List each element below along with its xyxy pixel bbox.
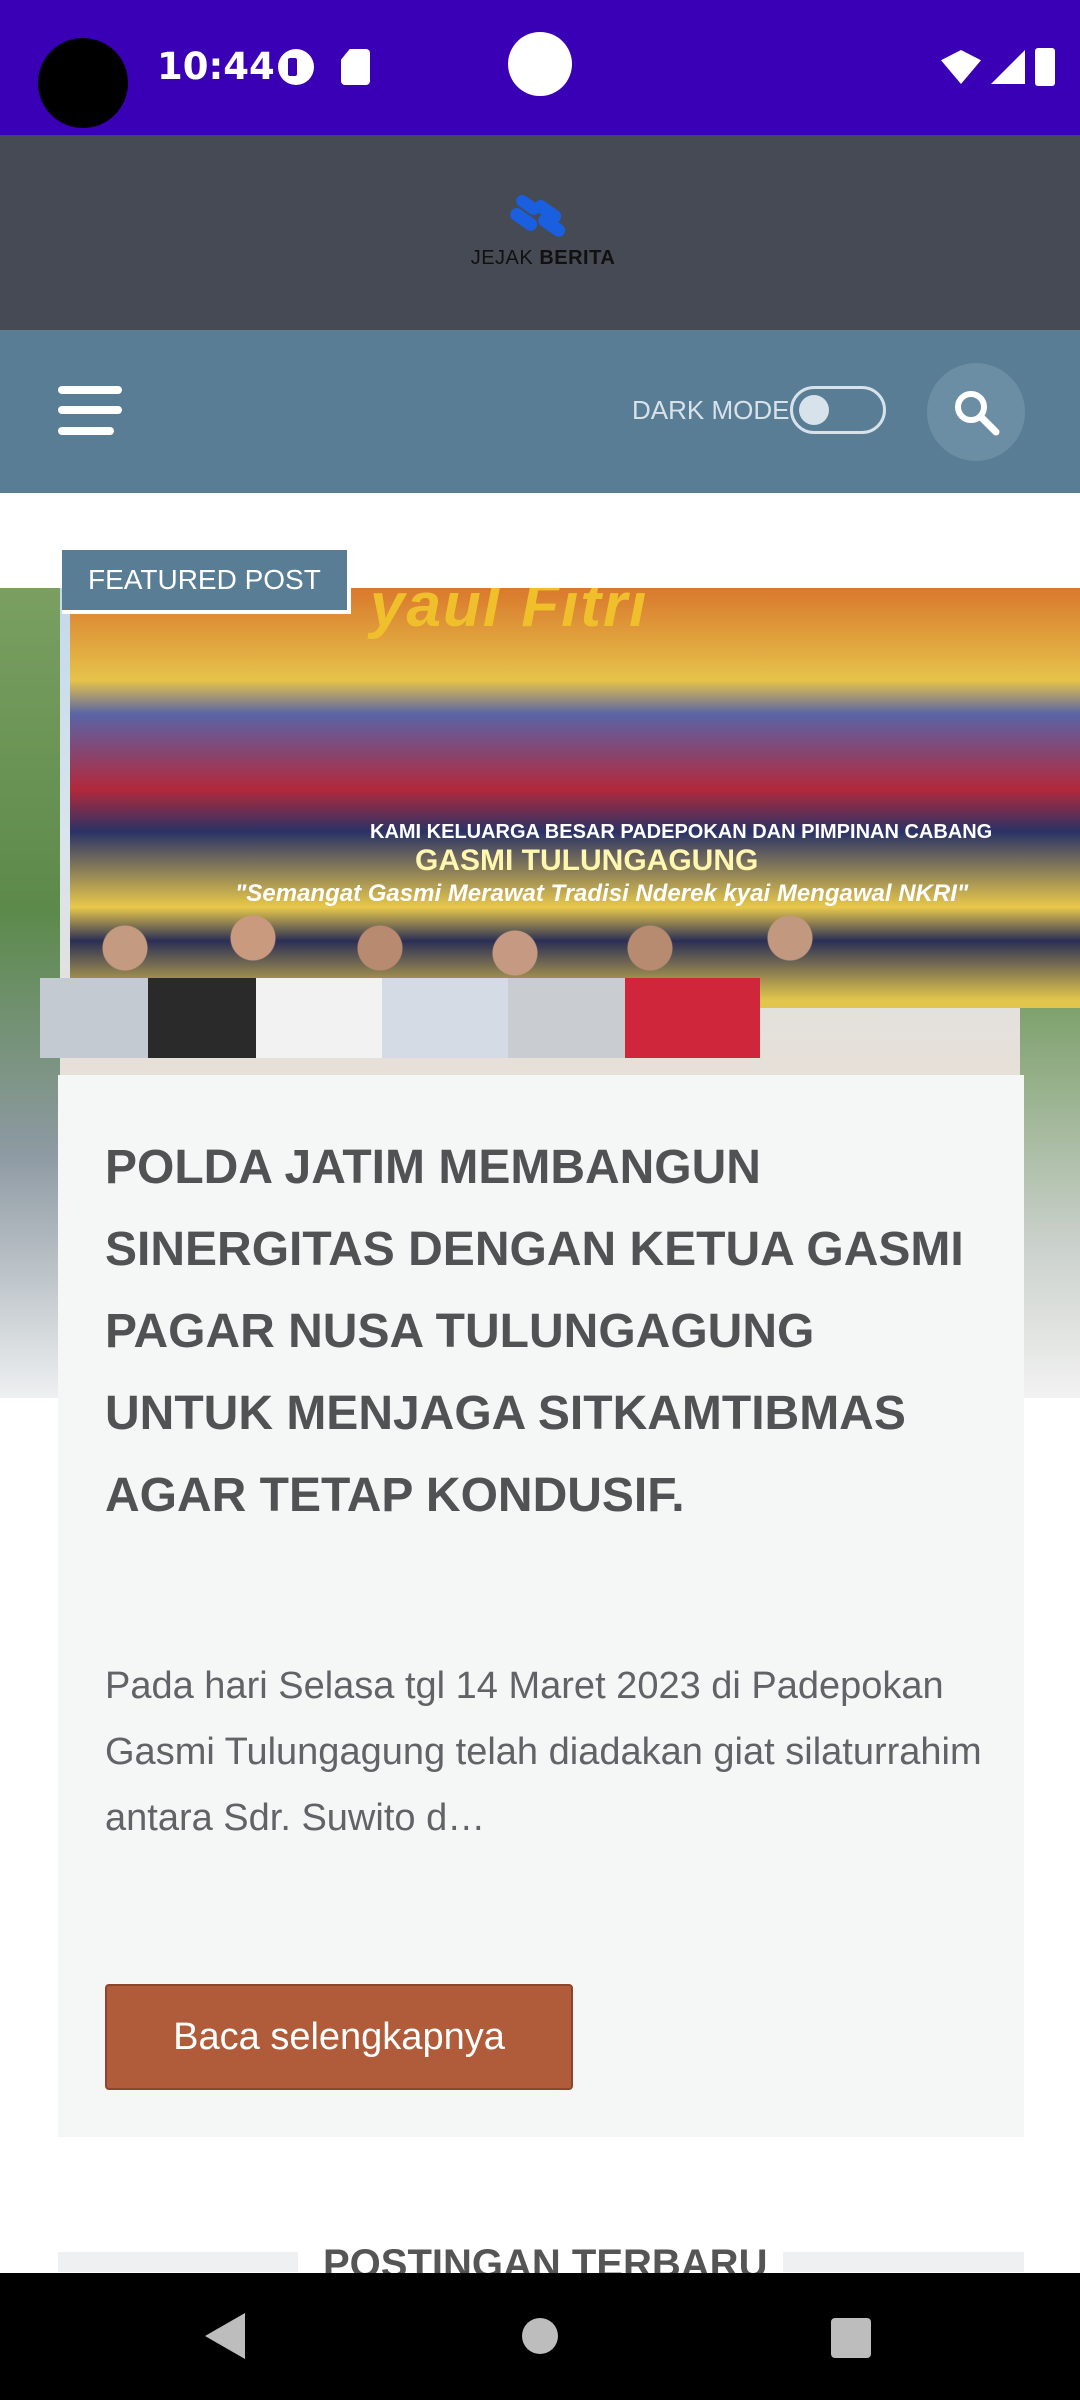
post-title[interactable]: POLDA JATIM MEMBANGUN SINERGITAS DENGAN … [105,1127,985,1537]
search-button[interactable] [927,363,1025,461]
latest-divider-right [783,2252,1024,2272]
status-bar: 10:44 [0,0,1080,135]
site-header: JEJAK BERITA [0,135,1080,330]
site-logo[interactable]: JEJAK BERITA [468,195,618,275]
logo-text: JEJAK BERITA [468,247,618,270]
read-more-button[interactable]: Baca selengkapnya [105,1984,573,2090]
dark-mode-toggle[interactable] [790,386,886,434]
notification-dot-icon [508,32,572,96]
back-icon[interactable] [205,2313,245,2359]
banner-line1: KAMI KELUARGA BESAR PADEPOKAN DAN PIMPIN… [370,821,993,843]
wifi-icon [941,50,981,84]
logo-text-regular: JEJAK [470,247,534,269]
banner-title: yaul Fitri [370,588,649,640]
dark-mode-label: DARK MODE [632,395,790,425]
nav-bar: DARK MODE [0,330,1080,493]
signal-icon [991,50,1025,84]
system-nav-bar [0,2273,1080,2400]
notification-app-icon [278,49,314,85]
banner-line3: "Semangat Gasmi Merawat Tradisi Nderek k… [235,880,969,907]
sd-card-icon [341,49,370,85]
featured-badge: FEATURED POST [62,550,351,614]
featured-card: POLDA JATIM MEMBANGUN SINERGITAS DENGAN … [58,1075,1024,2137]
menu-icon[interactable] [58,382,122,440]
camera-cutout [38,38,128,128]
battery-icon [1035,48,1055,86]
status-icons [941,47,1055,87]
toggle-knob [799,395,829,425]
post-excerpt: Pada hari Selasa tgl 14 Maret 2023 di Pa… [105,1665,982,1839]
status-time: 10:44 [157,45,275,88]
latest-divider-left [58,2252,298,2272]
home-icon[interactable] [522,2318,558,2354]
banner-line2: GASMI TULUNGAGUNG [415,844,759,877]
recents-icon[interactable] [831,2318,871,2358]
logo-mark-icon [510,195,566,237]
search-icon [955,391,1000,436]
logo-text-bold: BERITA [539,247,616,269]
photo-people-shirts [40,978,940,1058]
